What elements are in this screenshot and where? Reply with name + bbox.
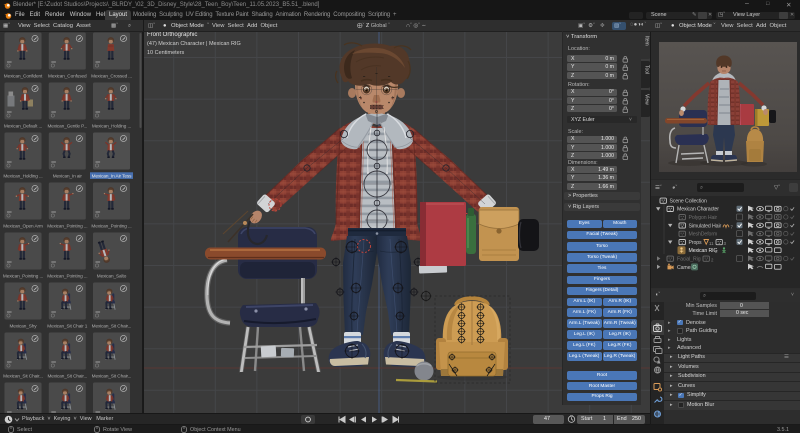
svg-text:MeshDeform: MeshDeform	[689, 232, 718, 238]
svg-text:Mexican RIG: Mexican RIG	[689, 248, 718, 254]
svg-text:2: 2	[715, 249, 718, 254]
svg-text:Mexican_Holding ...: Mexican_Holding ...	[92, 123, 131, 128]
svg-text:11: 11	[709, 241, 714, 246]
svg-text:Mexican_In air: Mexican_In air	[53, 173, 83, 178]
svg-text:Mexican_Confused: Mexican_Confused	[48, 73, 87, 78]
svg-text:Mexican_Pointing ...: Mexican_Pointing ...	[47, 273, 87, 278]
svg-text:Mexican_Salto: Mexican_Salto	[97, 273, 127, 278]
svg-text:Mexican_In Air Tess: Mexican_In Air Tess	[92, 173, 132, 178]
svg-text:Facial_Rig: Facial_Rig	[677, 257, 701, 263]
svg-text:Mexican_Sit Chair...: Mexican_Sit Chair...	[92, 323, 132, 328]
svg-text:Mexican_Sit Chair...: Mexican_Sit Chair...	[92, 373, 132, 378]
svg-text:Simulated Hair: Simulated Hair	[689, 223, 722, 229]
svg-text:Mexican_Pointing ...: Mexican_Pointing ...	[47, 223, 87, 228]
svg-text:Mexican_Default ...: Mexican_Default ...	[4, 123, 42, 128]
svg-text:7: 7	[731, 224, 734, 229]
svg-text:Scene Collection: Scene Collection	[670, 199, 708, 205]
svg-text:Props: Props	[689, 240, 703, 246]
svg-text:Mexican_Sit Chair 1: Mexican_Sit Chair 1	[47, 323, 88, 328]
svg-text:Mexican_Pointing ...: Mexican_Pointing ...	[91, 223, 131, 228]
svg-text:Mexican_Crossed ...: Mexican_Crossed ...	[91, 73, 132, 78]
svg-text:Mexican_Open Arm: Mexican_Open Arm	[3, 223, 43, 228]
svg-text:Mexican_Gentle P...: Mexican_Gentle P...	[47, 123, 87, 128]
svg-text:Mexican_Shy: Mexican_Shy	[9, 323, 37, 328]
svg-text:Mexican Character: Mexican Character	[677, 207, 719, 213]
svg-text:Mexican_Sit Chair...: Mexican_Sit Chair...	[47, 373, 87, 378]
svg-text:3: 3	[724, 241, 727, 246]
svg-text:Mexican_Pointing ...: Mexican_Pointing ...	[3, 273, 43, 278]
svg-text:Mexican_Confident: Mexican_Confident	[4, 73, 43, 78]
svg-text:2: 2	[711, 258, 714, 263]
svg-text:Mexican_Holding ...: Mexican_Holding ...	[3, 173, 42, 178]
svg-text:Mexican_Sit Chair...: Mexican_Sit Chair...	[3, 373, 43, 378]
svg-text:Polygon Hair: Polygon Hair	[689, 215, 718, 221]
